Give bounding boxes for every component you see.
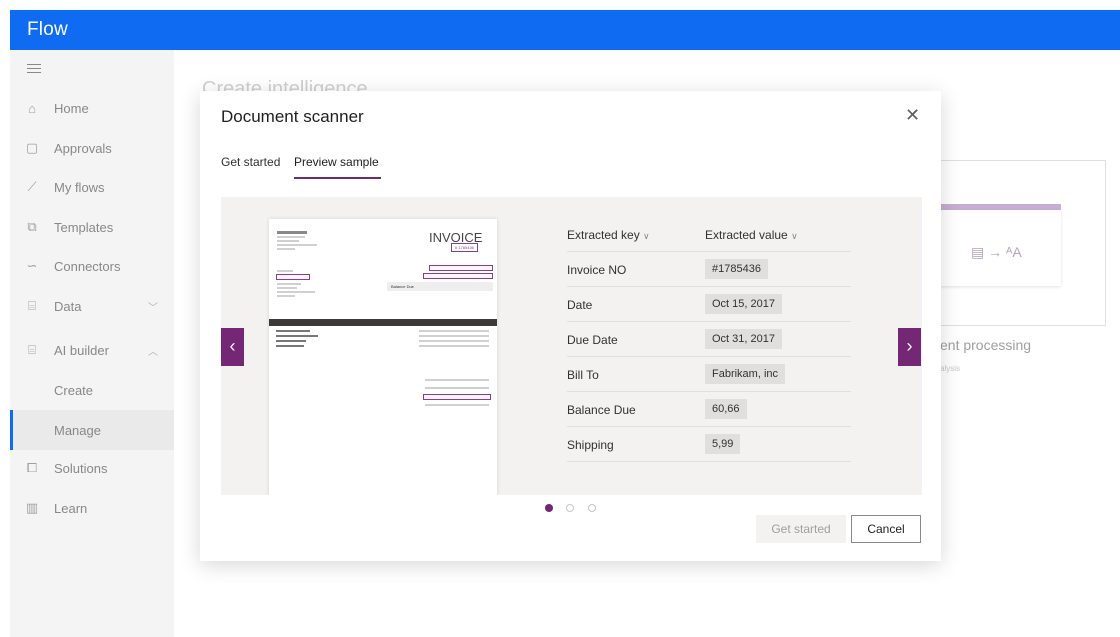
balance-due-label: Balance Due: [387, 282, 493, 291]
sidebar: ⌂ Home ▢ Approvals ⟋ My flows ⧉ Template…: [10, 50, 174, 637]
sidebar-item-label: Data: [54, 298, 82, 314]
bill-to-highlight: [276, 274, 310, 280]
connectors-icon: ∽: [26, 258, 38, 273]
approvals-icon: ▢: [25, 140, 39, 155]
sidebar-item-label: AI builder: [54, 342, 109, 358]
column-header-value[interactable]: Extracted value ∨: [705, 228, 798, 242]
sidebar-item-label: Solutions: [54, 460, 108, 476]
column-header-key[interactable]: Extracted key ∨: [567, 228, 650, 242]
pager-dot-2[interactable]: [566, 504, 574, 512]
invoice-number-highlight: # 1785436: [451, 243, 478, 252]
chevron-up-icon[interactable]: ︿: [148, 343, 158, 358]
chevron-down-icon: ∨: [791, 231, 798, 241]
document-scanner-dialog: Document scanner ✕ Get started Preview s…: [200, 91, 941, 561]
sidebar-item-data[interactable]: ⌸ Data ﹀: [10, 286, 174, 326]
table-row: Balance Due 60,66: [567, 392, 851, 427]
templates-icon: ⧉: [27, 219, 37, 234]
sidebar-item-create[interactable]: Create: [10, 370, 174, 410]
sidebar-item-connectors[interactable]: ∽ Connectors: [10, 246, 174, 286]
shipping-highlight: [423, 394, 491, 400]
model-card[interactable]: ▤ → ᴬA: [920, 160, 1106, 326]
sidebar-item-label: Home: [54, 100, 89, 116]
due-date-highlight: [423, 273, 493, 279]
sidebar-item-label: Approvals: [54, 140, 112, 156]
app-title[interactable]: Flow: [27, 19, 68, 41]
tab-get-started[interactable]: Get started: [221, 155, 280, 169]
extracted-table: Extracted key ∨ Extracted value ∨ Invoic…: [567, 219, 851, 462]
close-icon[interactable]: ✕: [905, 105, 920, 126]
cancel-button[interactable]: Cancel: [851, 515, 921, 543]
extracted-key: Bill To: [567, 368, 599, 382]
tab-preview-sample[interactable]: Preview sample: [294, 155, 381, 179]
table-row: Bill To Fabrikam, inc: [567, 357, 851, 392]
date-highlight: [429, 265, 493, 271]
sidebar-item-label: Connectors: [54, 258, 121, 274]
extracted-value: 60,66: [705, 399, 747, 419]
card-subtitle: alysis: [940, 364, 961, 373]
sidebar-item-my-flows[interactable]: ⟋ My flows: [10, 167, 174, 207]
sidebar-item-templates[interactable]: ⧉ Templates: [10, 207, 174, 247]
extracted-key: Due Date: [567, 333, 618, 347]
sidebar-item-ai-builder[interactable]: ⌸ AI builder ︿: [10, 330, 174, 370]
sidebar-item-label: Create: [54, 382, 94, 398]
pager-dot-1[interactable]: [545, 504, 553, 512]
extracted-value: Oct 31, 2017: [705, 329, 782, 349]
extracted-value: Fabrikam, inc: [705, 364, 786, 384]
chevron-down-icon: ∨: [643, 231, 650, 241]
sidebar-item-label: Manage: [54, 422, 101, 438]
preview-area: ‹ › INVOICE # 1785436 Balance Due Extrac…: [221, 197, 922, 495]
extracted-key: Balance Due: [567, 403, 636, 417]
sidebar-item-learn[interactable]: ▥ Learn: [10, 488, 174, 528]
sidebar-item-solutions[interactable]: ⧠ Solutions: [10, 448, 174, 488]
app-header: Flow: [10, 10, 1120, 50]
sidebar-item-home[interactable]: ⌂ Home: [10, 88, 174, 128]
ai-builder-icon: ⌸: [28, 342, 36, 357]
solutions-icon: ⧠: [26, 460, 38, 475]
home-icon: ⌂: [28, 100, 36, 116]
next-arrow-button[interactable]: ›: [898, 328, 921, 366]
sidebar-item-label: Learn: [54, 500, 88, 516]
get-started-button[interactable]: Get started: [756, 515, 846, 543]
sidebar-item-label: Templates: [54, 219, 114, 235]
table-row: Due Date Oct 31, 2017: [567, 322, 851, 357]
sidebar-item-approvals[interactable]: ▢ Approvals: [10, 128, 174, 168]
sidebar-item-manage[interactable]: Manage: [10, 410, 174, 450]
learn-icon: ▥: [25, 500, 39, 515]
extracted-key: Date: [567, 298, 593, 312]
table-row: Date Oct 15, 2017: [567, 287, 851, 322]
hamburger-menu-icon[interactable]: [27, 64, 41, 74]
table-header: Extracted key ∨ Extracted value ∨: [567, 219, 851, 252]
extracted-value: Oct 15, 2017: [705, 294, 782, 314]
chevron-down-icon[interactable]: ﹀: [148, 299, 158, 314]
card-title: ent processing: [940, 337, 1032, 353]
previous-arrow-button[interactable]: ‹: [221, 328, 244, 366]
extracted-key: Shipping: [567, 438, 614, 452]
table-row: Shipping 5,99: [567, 427, 851, 462]
pager-dot-3[interactable]: [588, 504, 596, 512]
extracted-value: #1785436: [705, 259, 768, 279]
dialog-title: Document scanner: [221, 107, 364, 126]
document-to-text-icon: ▤ → ᴬA: [971, 244, 1022, 260]
table-row: Invoice NO #1785436: [567, 252, 851, 287]
sidebar-item-label: My flows: [54, 179, 105, 195]
invoice-preview-image: INVOICE # 1785436 Balance Due: [269, 219, 497, 495]
extracted-value: 5,99: [705, 434, 741, 454]
extracted-key: Invoice NO: [567, 263, 627, 277]
invoice-table-header: [269, 319, 497, 326]
flows-icon: ⟋: [27, 179, 37, 194]
card-image: ▤ → ᴬA: [939, 210, 1061, 286]
data-icon: ⌸: [28, 298, 36, 313]
